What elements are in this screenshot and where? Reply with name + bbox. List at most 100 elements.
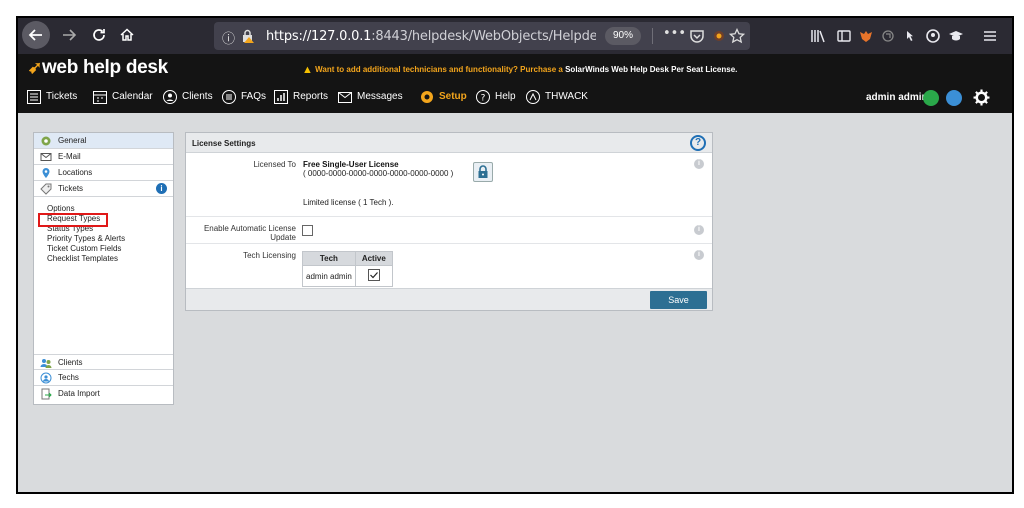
nav-help[interactable]: Help xyxy=(495,91,516,102)
forward-arrow-icon xyxy=(63,29,77,41)
url-separator xyxy=(652,28,653,44)
nav-clients[interactable]: Clients xyxy=(182,91,213,102)
sidebar-link-options[interactable]: Options xyxy=(47,204,75,213)
warning-icon: ▲ xyxy=(302,64,313,76)
location-pin-icon xyxy=(42,168,50,178)
license-settings-panel: License Settings ? Licensed To Free Sing… xyxy=(185,132,713,311)
settings-gear-icon[interactable] xyxy=(973,89,990,106)
active-checkbox-checked[interactable] xyxy=(367,269,380,281)
nav-tickets[interactable]: Tickets xyxy=(46,91,77,102)
general-gear-icon xyxy=(41,136,51,146)
sidebar-item-techs[interactable]: Techs xyxy=(34,370,173,386)
unlock-license-button[interactable] xyxy=(473,162,493,182)
notice-link[interactable]: SolarWinds Web Help Desk Per Seat Licens… xyxy=(565,65,737,74)
panel-footer: Save xyxy=(186,288,712,310)
logo-arrow-icon: ➹ xyxy=(28,58,42,77)
pointer-extension-icon[interactable] xyxy=(902,28,918,44)
pocket-icon[interactable] xyxy=(689,28,705,44)
sidebar-item-general[interactable]: General xyxy=(34,133,173,149)
tickets-tag-icon xyxy=(40,183,52,195)
info-icon[interactable]: ⓘ xyxy=(222,28,235,47)
nav-reports[interactable]: Reports xyxy=(293,91,328,102)
setup-gear-icon xyxy=(421,91,433,103)
faqs-icon xyxy=(222,90,236,104)
lock-icon xyxy=(478,165,488,178)
nav-calendar[interactable]: Calendar xyxy=(112,91,153,102)
tech-licensing-row: Tech Licensing Tech Active admin admin i xyxy=(186,244,712,288)
tickets-icon xyxy=(27,90,41,104)
auto-update-label: Enable Automatic License Update xyxy=(203,224,296,242)
back-button[interactable] xyxy=(22,21,50,49)
extension-fox-icon[interactable] xyxy=(711,28,727,44)
user-avatar-icon[interactable] xyxy=(946,90,962,106)
data-import-icon xyxy=(41,388,52,400)
info-icon[interactable]: i xyxy=(694,250,704,260)
zoom-level[interactable]: 90% xyxy=(605,27,641,45)
auto-update-checkbox[interactable] xyxy=(302,225,313,236)
home-button[interactable] xyxy=(114,22,140,48)
nav-setup[interactable]: Setup xyxy=(439,91,467,102)
sidebar-link-ticket-custom-fields[interactable]: Ticket Custom Fields xyxy=(47,244,121,253)
user-name[interactable]: admin admin xyxy=(866,92,928,103)
info-icon[interactable]: i xyxy=(694,159,704,169)
main-nav: Tickets Calendar Clients FAQs Reports Me… xyxy=(18,83,1012,113)
svg-text:?: ? xyxy=(481,94,486,104)
tech-name-cell: admin admin xyxy=(302,265,356,287)
clients-icon xyxy=(163,90,177,104)
extension-grey-icon[interactable] xyxy=(880,28,896,44)
panel-title: License Settings xyxy=(192,139,256,148)
browser-toolbar: ⓘ https://127.0.0.1:8443/helpdesk/WebObj… xyxy=(18,18,1012,54)
active-cell xyxy=(354,265,393,287)
setup-sidebar: General E-Mail Locations Tickets i Optio… xyxy=(33,132,174,405)
library-icon[interactable] xyxy=(810,28,826,44)
nav-faqs[interactable]: FAQs xyxy=(241,91,266,102)
info-icon[interactable]: i xyxy=(694,225,704,235)
sidebar-item-data-import[interactable]: Data Import xyxy=(34,386,173,402)
app-header: ➹web help desk ▲ Want to add additional … xyxy=(18,54,1012,83)
hamburger-menu-icon[interactable] xyxy=(982,28,998,44)
license-limit: Limited license ( 1 Tech ). xyxy=(303,198,394,207)
save-button[interactable]: Save xyxy=(650,291,707,309)
account-icon[interactable] xyxy=(925,28,941,44)
help-icon[interactable]: ? xyxy=(690,135,706,151)
sidebar-link-checklist-templates[interactable]: Checklist Templates xyxy=(47,254,118,263)
tech-licensing-table: Tech Active admin admin xyxy=(302,251,393,287)
nav-messages[interactable]: Messages xyxy=(357,91,403,102)
url-text[interactable]: https://127.0.0.1:8443/helpdesk/WebObjec… xyxy=(266,29,596,44)
sidebar-item-locations[interactable]: Locations xyxy=(34,165,173,181)
techs-icon xyxy=(40,372,52,384)
sidebar-item-email[interactable]: E-Mail xyxy=(34,149,173,165)
column-header-tech: Tech xyxy=(302,251,356,266)
auto-update-row: Enable Automatic License Update i xyxy=(186,217,712,244)
panel-header: License Settings ? xyxy=(186,133,712,153)
fox-extension-icon[interactable] xyxy=(858,28,874,44)
licensed-to-row: Licensed To Free Single-User License ( 0… xyxy=(186,153,712,217)
notice-text: Want to add additional technicians and f… xyxy=(315,65,563,74)
more-dots-icon[interactable]: ••• xyxy=(663,26,686,41)
insecure-lock-icon[interactable] xyxy=(240,28,256,44)
forward-button[interactable] xyxy=(56,22,82,48)
app-logo[interactable]: ➹web help desk xyxy=(28,57,168,79)
status-online-icon[interactable] xyxy=(923,90,939,106)
home-icon xyxy=(120,28,134,41)
tech-licensing-label: Tech Licensing xyxy=(243,251,296,260)
graduation-cap-icon[interactable] xyxy=(948,28,964,44)
license-notice[interactable]: ▲ Want to add additional technicians and… xyxy=(302,63,737,76)
sidebar-toggle-icon[interactable] xyxy=(836,28,852,44)
reload-icon xyxy=(93,29,105,41)
bookmark-star-icon[interactable] xyxy=(729,28,745,44)
license-key: ( 0000-0000-0000-0000-0000-0000-0000 ) xyxy=(303,169,454,178)
sidebar-item-clients[interactable]: Clients xyxy=(34,354,173,370)
calendar-icon xyxy=(93,91,107,104)
license-name: Free Single-User License xyxy=(303,160,399,169)
sidebar-link-priority-types[interactable]: Priority Types & Alerts xyxy=(47,234,125,243)
thwack-icon xyxy=(526,90,540,104)
sidebar-item-tickets[interactable]: Tickets i xyxy=(34,181,173,197)
table-row: admin admin xyxy=(302,265,393,287)
url-bar[interactable]: ⓘ https://127.0.0.1:8443/helpdesk/WebObj… xyxy=(214,22,750,50)
nav-thwack[interactable]: THWACK xyxy=(545,91,588,102)
reload-button[interactable] xyxy=(86,22,112,48)
column-header-active: Active xyxy=(354,251,393,266)
help-icon: ? xyxy=(476,90,490,104)
info-icon[interactable]: i xyxy=(156,183,167,194)
